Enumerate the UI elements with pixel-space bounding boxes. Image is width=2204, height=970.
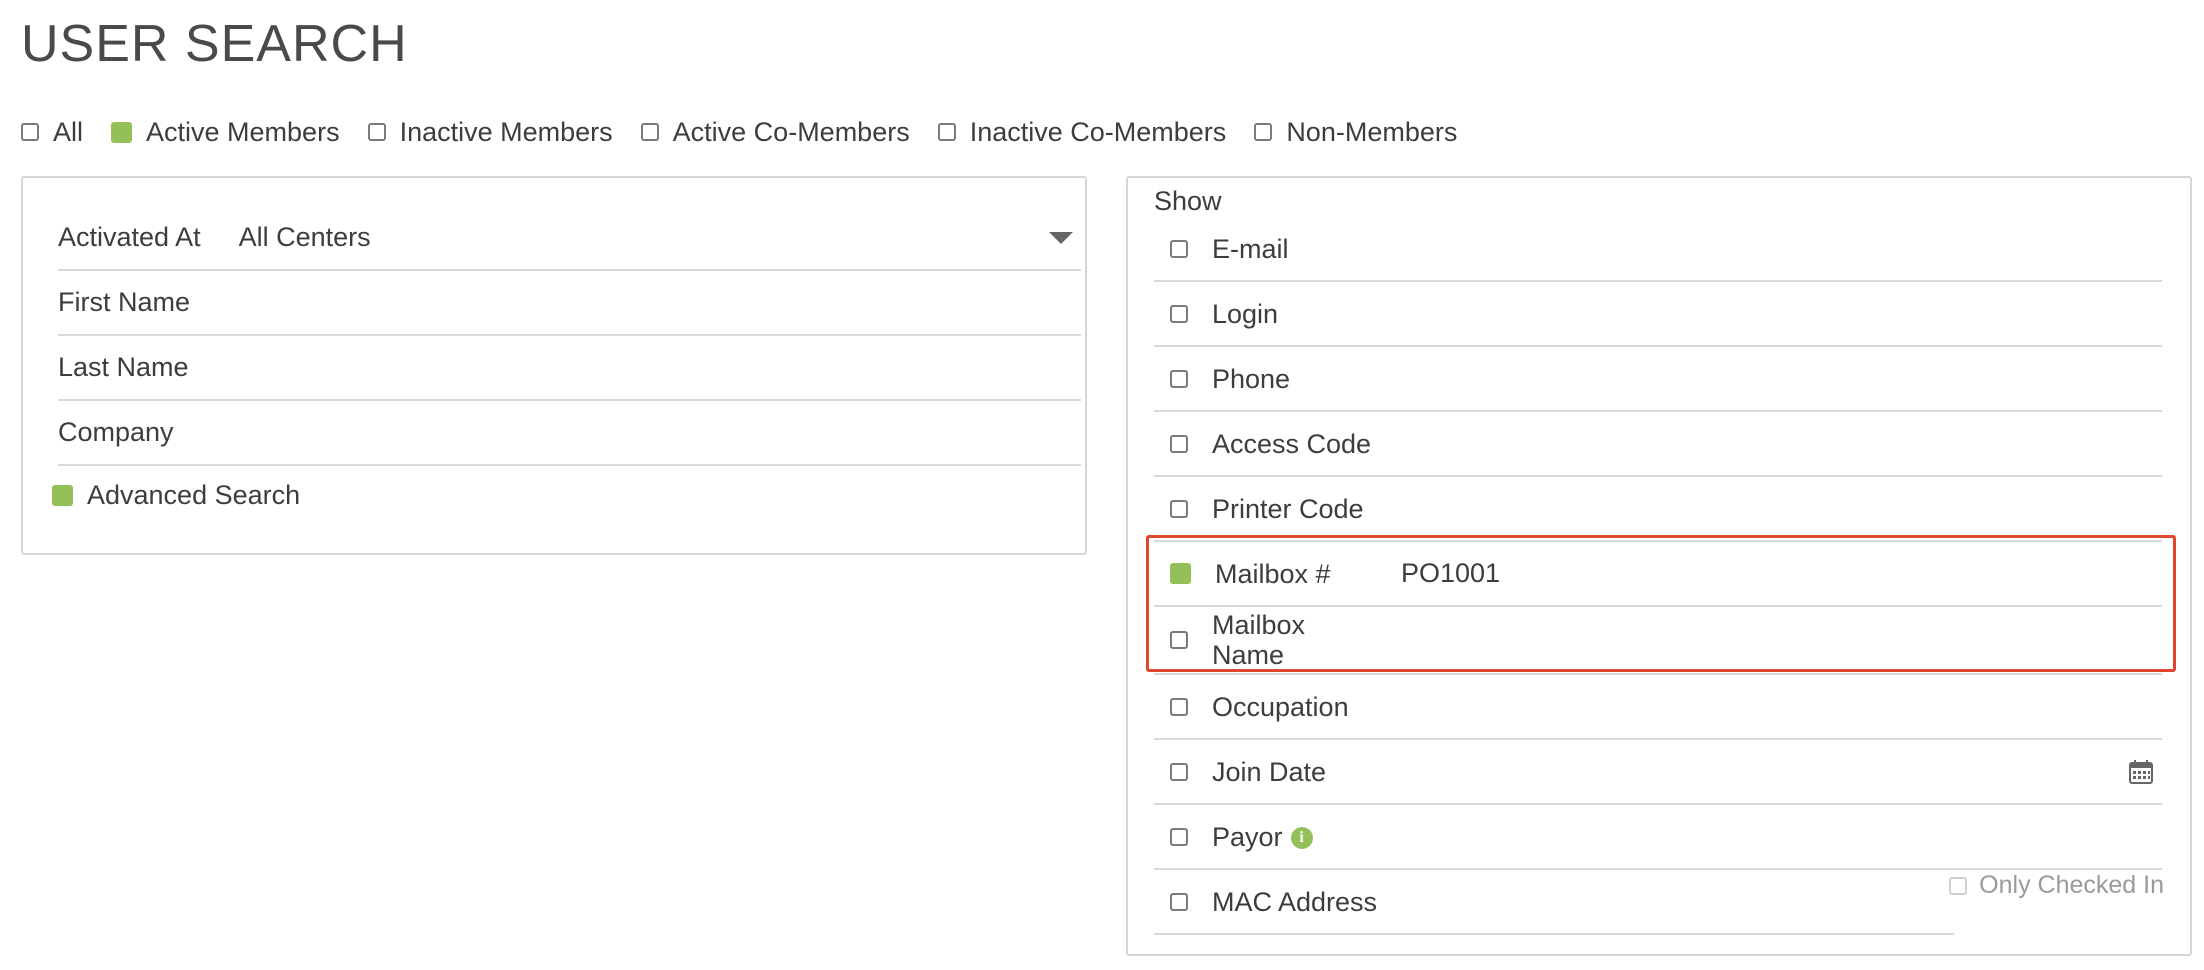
filter-inactive-members-label: Inactive Members bbox=[399, 116, 613, 147]
mailbox-number-label: Mailbox # bbox=[1215, 558, 1331, 589]
filter-inactive-co-members[interactable]: Inactive Co-Members bbox=[937, 116, 1227, 148]
payor-label-wrap: Payor i bbox=[1212, 822, 1313, 852]
search-form-panel: Activated At All Centers First Name Last… bbox=[21, 176, 1087, 555]
last-name-label: Last Name bbox=[58, 352, 189, 382]
email-label: E-mail bbox=[1212, 233, 1289, 264]
show-columns-panel: Show E-mail Login Phone Access Code Prin… bbox=[1126, 176, 2192, 956]
filter-active-co-members-label: Active Co-Members bbox=[672, 116, 910, 147]
calendar-icon[interactable] bbox=[2128, 759, 2154, 785]
join-date-checkbox[interactable] bbox=[1170, 762, 1188, 781]
show-option-printer-code[interactable]: Printer Code bbox=[1154, 477, 2162, 542]
company-field[interactable]: Company bbox=[58, 401, 1081, 466]
access-code-label: Access Code bbox=[1212, 428, 1372, 459]
show-option-occupation[interactable]: Occupation bbox=[1154, 675, 2162, 740]
mailbox-number-input[interactable]: PO1001 bbox=[1401, 558, 2162, 589]
filter-all-checkbox[interactable] bbox=[21, 123, 39, 141]
only-checked-in-label: Only Checked In bbox=[1979, 871, 2164, 899]
filter-all-label: All bbox=[53, 116, 84, 147]
show-option-access-code[interactable]: Access Code bbox=[1154, 412, 2162, 477]
activated-at-select[interactable]: Activated At All Centers bbox=[58, 206, 1081, 271]
first-name-field[interactable]: First Name bbox=[58, 271, 1081, 336]
filter-non-members[interactable]: Non-Members bbox=[1254, 117, 1457, 148]
login-label: Login bbox=[1212, 298, 1279, 329]
payor-label: Payor bbox=[1212, 821, 1283, 852]
company-label: Company bbox=[58, 417, 174, 447]
printer-code-label: Printer Code bbox=[1212, 493, 1364, 524]
show-option-mailbox-name[interactable]: Mailbox Name bbox=[1154, 607, 2162, 675]
phone-label: Phone bbox=[1212, 363, 1291, 394]
show-label: Show bbox=[1154, 186, 1222, 216]
activated-at-value[interactable]: All Centers bbox=[239, 222, 1049, 253]
login-checkbox[interactable] bbox=[1170, 304, 1188, 323]
filter-inactive-members-checkbox[interactable] bbox=[367, 123, 386, 141]
mailbox-name-checkbox[interactable] bbox=[1170, 631, 1188, 649]
only-checked-in-toggle[interactable]: Only Checked In bbox=[1949, 871, 2164, 900]
show-option-login[interactable]: Login bbox=[1154, 282, 2162, 347]
advanced-search-label: Advanced Search bbox=[87, 480, 301, 510]
payor-checkbox[interactable] bbox=[1170, 827, 1188, 846]
filter-active-members-checkbox[interactable] bbox=[111, 121, 133, 143]
show-option-join-date[interactable]: Join Date bbox=[1154, 740, 2162, 805]
show-option-mailbox-number[interactable]: Mailbox # PO1001 bbox=[1154, 542, 2162, 607]
occupation-checkbox[interactable] bbox=[1170, 697, 1188, 716]
activated-at-label: Activated At bbox=[58, 222, 201, 252]
join-date-label: Join Date bbox=[1212, 756, 1327, 787]
phone-checkbox[interactable] bbox=[1170, 369, 1188, 388]
last-name-field[interactable]: Last Name bbox=[58, 336, 1081, 401]
filter-active-members-label: Active Members bbox=[146, 116, 340, 147]
filter-non-members-checkbox[interactable] bbox=[1254, 123, 1273, 141]
only-checked-in-checkbox[interactable] bbox=[1949, 876, 1968, 895]
show-option-payor[interactable]: Payor i bbox=[1154, 805, 2162, 870]
filter-active-co-members-checkbox[interactable] bbox=[640, 123, 659, 141]
show-option-phone[interactable]: Phone bbox=[1154, 347, 2162, 412]
filter-non-members-label: Non-Members bbox=[1286, 116, 1458, 147]
show-option-email[interactable]: E-mail bbox=[1154, 217, 2162, 282]
show-option-mac-address[interactable]: MAC Address bbox=[1154, 870, 1954, 935]
access-code-checkbox[interactable] bbox=[1170, 434, 1188, 453]
advanced-search-toggle[interactable]: Advanced Search bbox=[52, 480, 300, 511]
occupation-label: Occupation bbox=[1212, 691, 1349, 722]
mailbox-number-checkbox[interactable] bbox=[1170, 563, 1191, 584]
filter-active-members[interactable]: Active Members bbox=[111, 117, 340, 148]
filter-all[interactable]: All bbox=[21, 117, 83, 148]
info-icon[interactable]: i bbox=[1290, 827, 1313, 850]
member-filter-bar: All Active Members Inactive Members Acti… bbox=[21, 112, 1485, 152]
filter-inactive-members[interactable]: Inactive Members bbox=[367, 116, 613, 148]
printer-code-checkbox[interactable] bbox=[1170, 499, 1188, 518]
filter-active-co-members[interactable]: Active Co-Members bbox=[640, 116, 910, 148]
page-title: USER SEARCH bbox=[21, 15, 408, 73]
mailbox-name-label: Mailbox Name bbox=[1212, 610, 1306, 670]
first-name-label: First Name bbox=[58, 287, 191, 317]
email-checkbox[interactable] bbox=[1170, 239, 1188, 258]
filter-inactive-co-members-checkbox[interactable] bbox=[937, 123, 956, 141]
mac-address-label: MAC Address bbox=[1212, 886, 1378, 917]
mac-address-checkbox[interactable] bbox=[1170, 892, 1188, 911]
dropdown-caret-icon[interactable] bbox=[1049, 231, 1073, 244]
advanced-search-checkbox[interactable] bbox=[52, 485, 73, 506]
filter-inactive-co-members-label: Inactive Co-Members bbox=[969, 116, 1227, 147]
